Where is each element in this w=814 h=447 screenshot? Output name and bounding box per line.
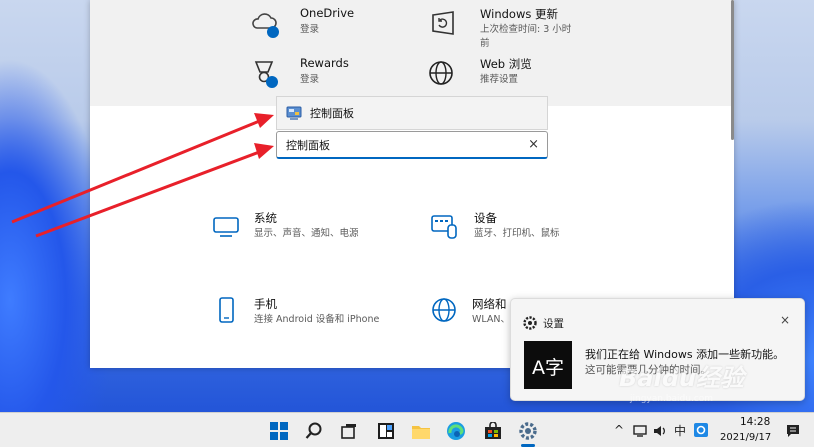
folder-icon [412,426,430,439]
notification-app-name: 设置 [543,318,564,330]
taskbar: ^ 中 14:28 2021/9/17 [0,412,814,447]
settings-search-box[interactable]: × [276,131,548,159]
globe-icon [429,61,453,85]
tile-phone-subtitle: 连接 Android 设备和 iPhone [254,314,380,325]
widgets-icon [378,423,394,439]
tile-system-title: 系统 [254,211,277,225]
tile-network-subtitle: WLAN、 [472,314,511,325]
settings-gear-icon [523,316,537,330]
tile-network-title: 网络和 [472,297,507,311]
watermark-url: jingyan.baidu.com [630,394,714,404]
tile-windows-update[interactable]: Windows 更新 上次检查时间: 3 小时 前 [428,6,588,49]
tile-network[interactable]: 网络和 WLAN、 [430,296,520,330]
settings-gear-taskbar-icon [519,422,537,440]
tile-onedrive-subtitle: 登录 [300,24,320,35]
rewards-icon [254,61,278,88]
tile-web-browse-subtitle: 推荐设置 [480,74,519,85]
qq-tray-icon[interactable] [694,423,708,437]
window-scrollbar[interactable] [731,0,734,140]
tile-phone[interactable]: 手机 连接 Android 设备和 iPhone [212,296,402,330]
edge-icon [447,422,465,440]
tile-phone-title: 手机 [254,297,277,311]
taskbar-search-button[interactable] [302,419,326,443]
tile-system[interactable]: 系统 显示、声音、通知、电源 [212,210,382,244]
tile-rewards-title: Rewards [300,56,349,70]
volume-icon[interactable] [653,425,667,437]
language-feature-icon: A字 [524,341,572,389]
settings-taskbar-button[interactable] [516,419,540,443]
windows-update-icon [432,11,454,35]
tile-web-browse[interactable]: Web 浏览 推荐设置 [428,56,588,90]
onedrive-icon [252,13,279,38]
tray-overflow-icon[interactable]: ^ [614,423,624,437]
task-view-icon [341,424,356,439]
notification-center-icon[interactable] [786,424,800,438]
monitor-icon [213,217,239,237]
control-panel-icon [286,106,302,120]
phone-icon [219,297,234,323]
settings-top-section [90,0,734,106]
widgets-button[interactable] [374,419,398,443]
clear-search-icon[interactable]: × [528,137,539,152]
tile-web-browse-title: Web 浏览 [480,57,532,71]
search-suggestion-label: 控制面板 [310,107,354,120]
tile-devices[interactable]: 设备 蓝牙、打印机、鼠标 [430,210,600,244]
start-button[interactable] [267,419,291,443]
network-globe-icon [432,298,456,322]
notification-close-icon[interactable]: × [780,313,790,327]
search-input[interactable] [286,138,516,151]
watermark-text: Baidu经验 [619,364,744,392]
tile-windows-update-subtitle-2: 前 [480,38,490,49]
tile-system-subtitle: 显示、声音、通知、电源 [254,228,359,239]
ime-indicator[interactable]: 中 [674,422,686,439]
tile-onedrive-title: OneDrive [300,6,355,20]
language-feature-logo-text: A字 [532,357,564,379]
devices-icon [431,215,457,239]
edge-browser-button[interactable] [444,419,468,443]
display-tray-icon[interactable] [633,425,647,437]
tile-rewards-subtitle: 登录 [300,74,320,85]
tile-devices-title: 设备 [474,211,497,225]
task-view-button[interactable] [337,419,361,443]
store-icon [485,422,501,439]
search-suggestion-control-panel[interactable]: 控制面板 [276,96,548,130]
search-icon [305,422,322,439]
store-button[interactable] [481,419,505,443]
tile-rewards[interactable]: Rewards 登录 [248,56,398,90]
clock-time[interactable]: 14:28 [740,416,770,428]
tile-devices-subtitle: 蓝牙、打印机、鼠标 [474,228,560,239]
baidu-watermark: Baidu经验 jingyan.baidu.com [612,356,772,406]
tile-windows-update-title: Windows 更新 [480,7,558,21]
tile-windows-update-subtitle-1: 上次检查时间: 3 小时 [480,24,572,35]
clock-date[interactable]: 2021/9/17 [720,432,771,443]
tile-onedrive[interactable]: OneDrive 登录 [248,6,398,40]
file-explorer-button[interactable] [409,419,433,443]
windows-start-icon [270,422,288,440]
